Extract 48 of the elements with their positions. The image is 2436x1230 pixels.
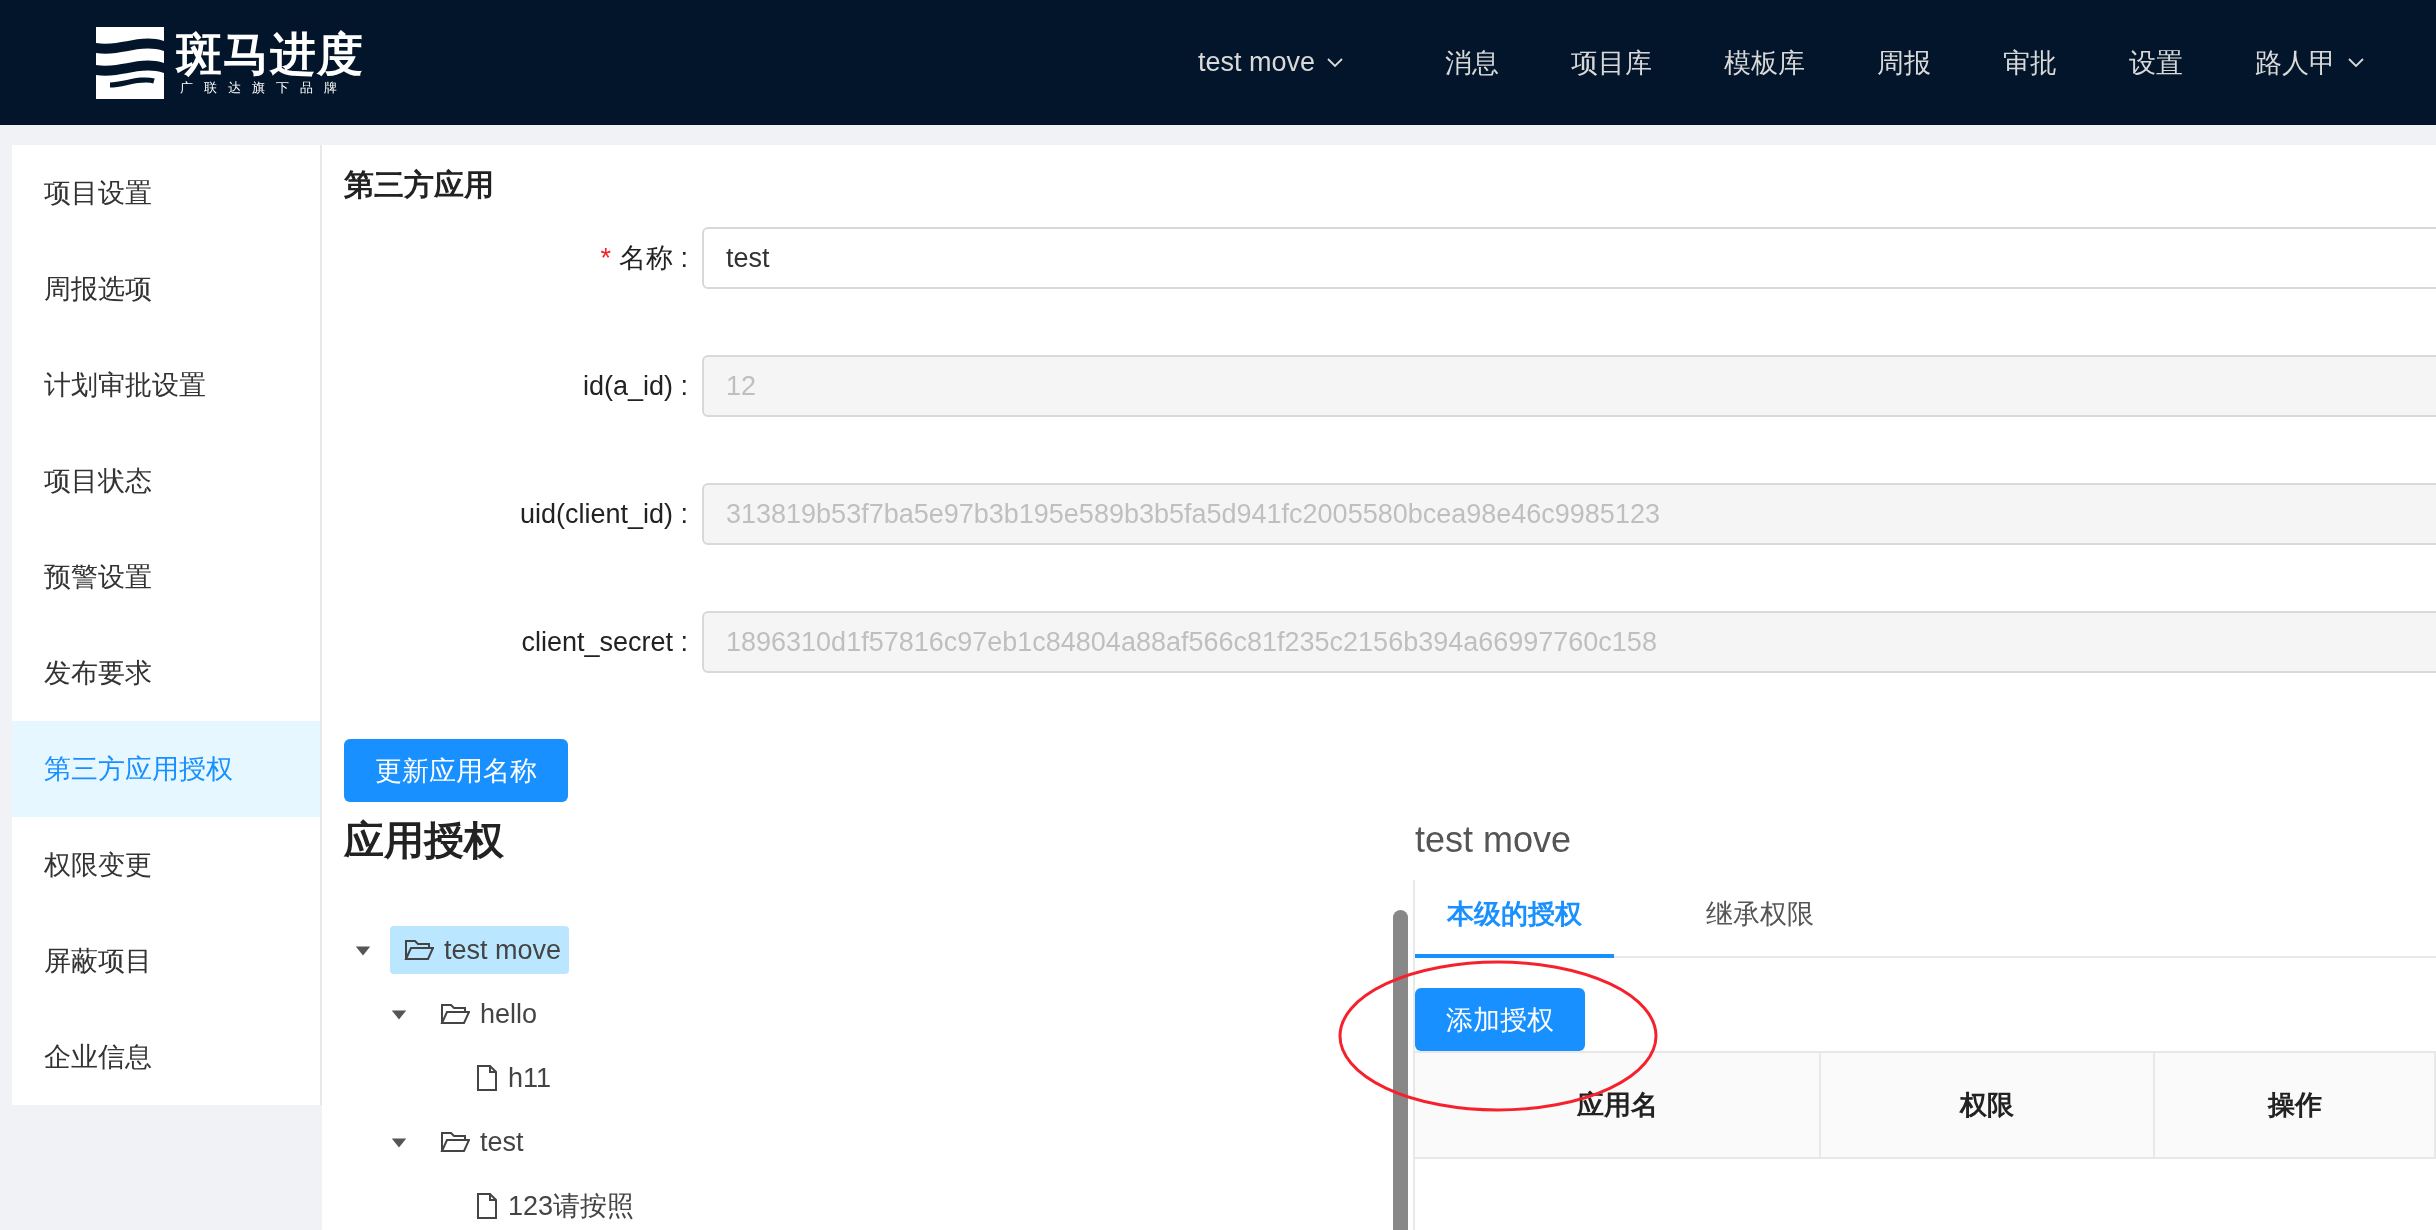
detail-title: test move bbox=[1414, 818, 1573, 862]
node-label: test bbox=[480, 1126, 524, 1158]
sidebar-item[interactable]: 预警设置 bbox=[12, 529, 320, 625]
tree-node[interactable]: h11 bbox=[462, 1054, 560, 1102]
field-label: id(a_id) : bbox=[581, 370, 689, 402]
nav-link[interactable]: 路人甲 bbox=[2255, 44, 2364, 81]
tree-node[interactable]: hello bbox=[426, 990, 546, 1038]
tree-node[interactable]: test bbox=[426, 1118, 532, 1166]
nav-link[interactable]: 设置 bbox=[2129, 44, 2183, 81]
section-heading: 应用授权 bbox=[344, 817, 505, 864]
sidebar-item[interactable]: 项目状态 bbox=[12, 433, 320, 529]
node-label: hello bbox=[480, 998, 538, 1030]
logo-name: 斑马进度 bbox=[176, 28, 364, 79]
tab[interactable]: 继承权限 bbox=[1674, 880, 1846, 958]
field-label: uid(client_id) : bbox=[518, 498, 689, 530]
node-label: 123请按照 bbox=[508, 1190, 635, 1223]
folder-icon bbox=[440, 1002, 470, 1026]
logo-tagline: 广联达旗下品牌 bbox=[179, 78, 349, 97]
sidebar-item[interactable]: 发布要求 bbox=[12, 625, 320, 721]
nav-link[interactable]: 模板库 bbox=[1724, 44, 1805, 81]
text-field[interactable]: test bbox=[702, 227, 2436, 289]
file-icon bbox=[476, 1192, 498, 1220]
nav-link[interactable]: test move bbox=[1197, 47, 1343, 78]
file-icon bbox=[476, 1064, 498, 1092]
field-label: * 名称 : bbox=[599, 242, 689, 275]
nav-link[interactable]: 消息 bbox=[1445, 44, 1499, 81]
table-header-cell: 操作 bbox=[2155, 1053, 2436, 1159]
tree-node[interactable]: 123请按照 bbox=[462, 1182, 643, 1230]
sidebar-item[interactable]: 计划审批设置 bbox=[12, 337, 320, 433]
folder-icon bbox=[404, 938, 434, 962]
section-title: 第三方应用 bbox=[344, 167, 495, 203]
field-label: client_secret : bbox=[520, 626, 689, 658]
node-label: h11 bbox=[508, 1062, 552, 1094]
sidebar-item[interactable]: 项目设置 bbox=[12, 145, 320, 241]
folder-icon bbox=[440, 1130, 470, 1154]
scrollbar[interactable] bbox=[1393, 910, 1408, 1230]
sidebar-item[interactable]: 周报选项 bbox=[12, 241, 320, 337]
sidebar-item[interactable]: 屏蔽项目 bbox=[12, 913, 320, 1009]
node-label: test move bbox=[444, 934, 562, 966]
tree-node[interactable]: test move bbox=[390, 926, 570, 974]
sidebar-item[interactable]: 权限变更 bbox=[12, 817, 320, 913]
table-header-cell: 权限 bbox=[1821, 1053, 2155, 1159]
nav-link[interactable]: 周报 bbox=[1877, 44, 1931, 81]
chevron-down-icon bbox=[2348, 57, 2364, 68]
nav-link[interactable]: 审批 bbox=[2003, 44, 2057, 81]
nav-link[interactable]: 项目库 bbox=[1571, 44, 1652, 81]
sidebar-item[interactable]: 企业信息 bbox=[12, 1009, 320, 1105]
chevron-down-icon bbox=[1327, 57, 1343, 68]
